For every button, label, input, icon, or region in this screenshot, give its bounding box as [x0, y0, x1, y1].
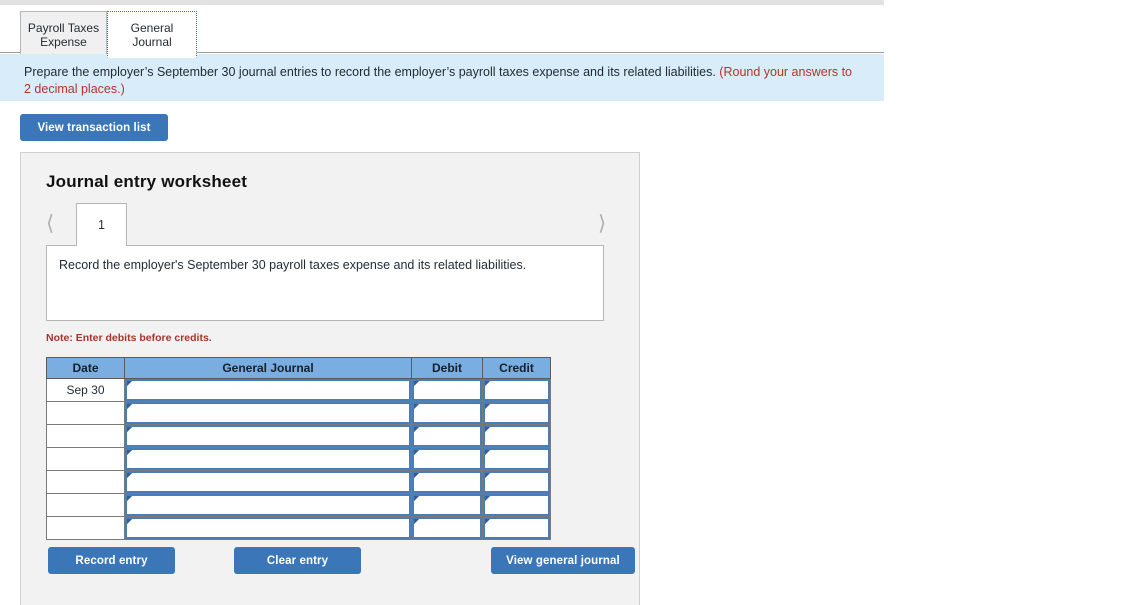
- table-row: [46, 470, 551, 494]
- cell-credit[interactable]: [482, 378, 551, 402]
- table-row: [46, 401, 551, 425]
- input-credit[interactable]: [483, 471, 550, 493]
- worksheet-pager: ⟨ 1 ⟩: [46, 203, 616, 248]
- cell-debit[interactable]: [411, 470, 483, 494]
- journal-entry-table-body: Sep 30: [46, 378, 551, 540]
- cell-general-journal[interactable]: [124, 516, 412, 540]
- tab-payroll-taxes-expense-line2: Expense: [40, 35, 87, 49]
- input-general-journal[interactable]: [125, 494, 411, 516]
- tab-payroll-taxes-expense[interactable]: Payroll Taxes Expense: [20, 11, 107, 58]
- cell-debit[interactable]: [411, 447, 483, 471]
- input-debit[interactable]: [412, 517, 482, 539]
- table-row: [46, 424, 551, 448]
- input-debit[interactable]: [412, 471, 482, 493]
- input-general-journal[interactable]: [125, 517, 411, 539]
- input-credit[interactable]: [483, 517, 550, 539]
- worksheet-page-number: 1: [98, 218, 105, 232]
- cell-debit[interactable]: [411, 378, 483, 402]
- input-general-journal[interactable]: [125, 448, 411, 470]
- cell-date[interactable]: [46, 424, 125, 448]
- instruction-text: Prepare the employer’s September 30 jour…: [24, 65, 720, 79]
- input-general-journal[interactable]: [125, 471, 411, 493]
- tab-general-journal-line1: General: [130, 20, 174, 35]
- tab-bar: Payroll Taxes Expense General Journal: [0, 5, 884, 58]
- cell-debit[interactable]: [411, 516, 483, 540]
- cell-credit[interactable]: [482, 424, 551, 448]
- table-row: [46, 447, 551, 471]
- clear-entry-button[interactable]: Clear entry: [234, 547, 361, 574]
- input-credit[interactable]: [483, 402, 550, 424]
- table-header-row: Date General Journal Debit Credit: [46, 357, 551, 379]
- cell-general-journal[interactable]: [124, 493, 412, 517]
- cell-date[interactable]: [46, 447, 125, 471]
- input-general-journal[interactable]: [125, 402, 411, 424]
- tab-general-journal-line2: Journal: [132, 34, 172, 49]
- cell-debit[interactable]: [411, 424, 483, 448]
- input-credit[interactable]: [483, 379, 550, 401]
- cell-date[interactable]: [46, 516, 125, 540]
- input-general-journal[interactable]: [125, 425, 411, 447]
- tab-payroll-taxes-expense-line1: Payroll Taxes: [27, 21, 100, 35]
- worksheet-description-text: Record the employer's September 30 payro…: [59, 258, 527, 272]
- cell-general-journal[interactable]: [124, 470, 412, 494]
- cell-date[interactable]: [46, 470, 125, 494]
- cell-credit[interactable]: [482, 447, 551, 471]
- cell-debit[interactable]: [411, 493, 483, 517]
- table-row: [46, 516, 551, 540]
- input-debit[interactable]: [412, 494, 482, 516]
- worksheet-description-box: Record the employer's September 30 payro…: [46, 245, 604, 321]
- view-general-journal-button[interactable]: View general journal: [491, 547, 635, 574]
- input-debit[interactable]: [412, 448, 482, 470]
- column-header-debit: Debit: [411, 357, 483, 379]
- table-row: Sep 30: [46, 378, 551, 402]
- debits-before-credits-note: Note: Enter debits before credits.: [46, 332, 212, 344]
- cell-general-journal[interactable]: [124, 401, 412, 425]
- input-credit[interactable]: [483, 425, 550, 447]
- column-header-date: Date: [46, 357, 125, 379]
- input-debit[interactable]: [412, 402, 482, 424]
- journal-entry-worksheet-panel: Journal entry worksheet ⟨ 1 ⟩ Record the…: [20, 152, 640, 605]
- cell-general-journal[interactable]: [124, 447, 412, 471]
- table-row: [46, 493, 551, 517]
- page-title: Journal entry worksheet: [46, 172, 248, 191]
- input-debit[interactable]: [412, 379, 482, 401]
- cell-date[interactable]: [46, 493, 125, 517]
- input-debit[interactable]: [412, 425, 482, 447]
- journal-entry-table: Date General Journal Debit Credit Sep 30: [46, 357, 551, 540]
- instruction-banner: Prepare the employer’s September 30 jour…: [0, 54, 884, 101]
- input-credit[interactable]: [483, 494, 550, 516]
- worksheet-action-buttons: Record entry Clear entry View general jo…: [46, 547, 635, 587]
- cell-credit[interactable]: [482, 516, 551, 540]
- column-header-general-journal: General Journal: [124, 357, 412, 379]
- cell-credit[interactable]: [482, 493, 551, 517]
- cell-date[interactable]: [46, 401, 125, 425]
- cell-date[interactable]: Sep 30: [46, 378, 125, 402]
- cell-credit[interactable]: [482, 470, 551, 494]
- input-credit[interactable]: [483, 448, 550, 470]
- record-entry-button[interactable]: Record entry: [48, 547, 175, 574]
- chevron-left-icon[interactable]: ⟨: [46, 211, 54, 236]
- cell-general-journal[interactable]: [124, 378, 412, 402]
- column-header-credit: Credit: [482, 357, 551, 379]
- cell-general-journal[interactable]: [124, 424, 412, 448]
- chevron-right-icon[interactable]: ⟩: [598, 211, 606, 236]
- input-general-journal[interactable]: [125, 379, 411, 401]
- cell-credit[interactable]: [482, 401, 551, 425]
- cell-debit[interactable]: [411, 401, 483, 425]
- journal-entry-page: Payroll Taxes Expense General Journal Pr…: [0, 0, 1123, 605]
- tab-general-journal[interactable]: General Journal: [107, 11, 197, 58]
- view-transaction-list-button[interactable]: View transaction list: [20, 114, 168, 141]
- worksheet-page-tab-1[interactable]: 1: [76, 203, 127, 246]
